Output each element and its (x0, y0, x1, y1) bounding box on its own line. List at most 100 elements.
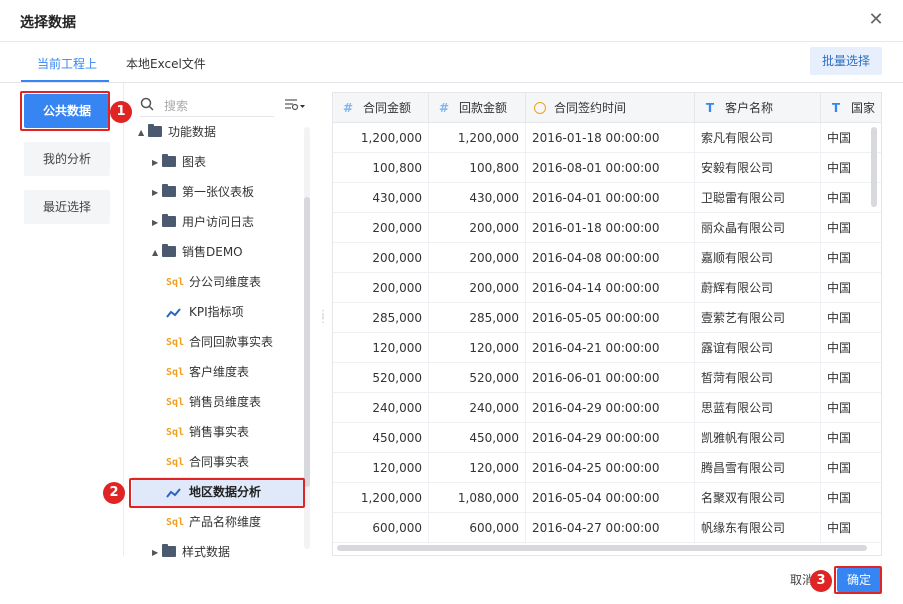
collapsed-arrow-icon: ▶ (152, 217, 159, 227)
search-box[interactable]: 搜索 (140, 95, 274, 117)
table-row: 120,000 120,000 2016-04-25 00:00:00 腾昌雪有限公司… (333, 453, 881, 483)
table-cell: 285,000 (429, 303, 526, 333)
table-cell: 露谊有限公司 (695, 333, 821, 363)
folder-icon (162, 154, 176, 167)
table-cell: 1,200,000 (333, 123, 429, 153)
confirm-button[interactable]: 确定 (837, 568, 881, 592)
sql-icon: Sql (166, 516, 185, 528)
nav-my-analysis[interactable]: 我的分析 (24, 142, 110, 176)
sql-icon: Sql (166, 336, 185, 348)
expanded-arrow-icon: ▲ (152, 247, 159, 257)
sql-icon: Sql (166, 426, 185, 438)
table-cell: 壹萦艺有限公司 (695, 303, 821, 333)
folder-icon (162, 214, 176, 227)
collapsed-arrow-icon: ▶ (152, 157, 159, 167)
table-cell: 200,000 (333, 213, 429, 243)
column-header[interactable]: T 国家 (821, 93, 881, 123)
table-cell: 200,000 (429, 243, 526, 273)
tree-scrollbar[interactable] (304, 127, 310, 549)
table-cell: 2016-05-04 00:00:00 (526, 483, 695, 513)
table-row: 120,000 120,000 2016-04-21 00:00:00 露谊有限公司中… (333, 333, 881, 363)
table-cell: 中国 (821, 333, 881, 363)
tree-node-salesperson-dim[interactable]: Sql 销售员维度表 (166, 387, 261, 417)
table-cell: 中国 (821, 243, 881, 273)
table-cell: 520,000 (333, 363, 429, 393)
table-row: 450,000 450,000 2016-04-29 00:00:00 凯雅帆有限公司… (333, 423, 881, 453)
tree-node-style-data[interactable]: ▶ 样式数据 (152, 537, 230, 567)
table-cell: 2016-06-01 00:00:00 (526, 363, 695, 393)
table-cell: 1,200,000 (333, 483, 429, 513)
active-tab-underline (21, 80, 109, 82)
nav-public-data[interactable]: 公共数据 (24, 94, 110, 128)
table-row: 100,800 100,800 2016-08-01 00:00:00 安毅有限公司中… (333, 153, 881, 183)
folder-icon (148, 124, 162, 137)
table-cell: 嘉顺有限公司 (695, 243, 821, 273)
table-cell: 名聚双有限公司 (695, 483, 821, 513)
step-badge-2: 2 (103, 482, 125, 504)
table-cell: 2016-05-05 00:00:00 (526, 303, 695, 333)
tree-node-access-log[interactable]: ▶ 用户访问日志 (152, 207, 254, 237)
table-cell: 2016-04-29 00:00:00 (526, 393, 695, 423)
batch-select-button[interactable]: 批量选择 (810, 47, 882, 75)
table-vertical-scrollbar[interactable] (871, 127, 877, 207)
number-field-icon: # (342, 101, 354, 115)
table-cell: 皙菏有限公司 (695, 363, 821, 393)
tree-node-kpi[interactable]: KPI指标项 (166, 297, 244, 327)
table-cell: 2016-04-25 00:00:00 (526, 453, 695, 483)
table-cell: 中国 (821, 393, 881, 423)
expanded-arrow-icon: ▲ (138, 127, 145, 137)
nav-recent[interactable]: 最近选择 (24, 190, 110, 224)
filter-dropdown-icon[interactable] (284, 97, 306, 113)
column-header[interactable]: 合同签约时间 (526, 93, 695, 123)
table-cell: 凯雅帆有限公司 (695, 423, 821, 453)
table-cell: 430,000 (429, 183, 526, 213)
tree-node-customer-dim[interactable]: Sql 客户维度表 (166, 357, 249, 387)
table-cell: 中国 (821, 273, 881, 303)
close-icon[interactable]: ✕ (867, 11, 885, 29)
tree-node-contract-payment[interactable]: Sql 合同回款事实表 (166, 327, 273, 357)
column-header[interactable]: # 合同金额 (333, 93, 429, 123)
table-cell: 2016-08-01 00:00:00 (526, 153, 695, 183)
table-horizontal-scrollbar[interactable] (337, 545, 867, 551)
tab-current-project[interactable]: 当前工程上 (37, 55, 97, 72)
panel-splitter-handle[interactable]: ⋮ ⋮ (318, 310, 328, 328)
tree-node-first-dashboard[interactable]: ▶ 第一张仪表板 (152, 177, 254, 207)
tree-node-branch-dim[interactable]: Sql 分公司维度表 (166, 267, 261, 297)
table-row: 285,000 285,000 2016-05-05 00:00:00 壹萦艺有限公司… (333, 303, 881, 333)
table-row: 1,200,000 1,080,000 2016-05-04 00:00:00 名聚双… (333, 483, 881, 513)
table-cell: 120,000 (429, 333, 526, 363)
data-preview-table: # 合同金额 # 回款金额 合同签约时间 T 客户名称 T 国家 1,200,000 1,… (332, 92, 882, 556)
tree-node-contract-fact[interactable]: Sql 合同事实表 (166, 447, 249, 477)
column-header[interactable]: T 客户名称 (695, 93, 821, 123)
tree-node-sales-demo[interactable]: ▲ 销售DEMO (152, 237, 243, 267)
tree-node-sales-fact[interactable]: Sql 销售事实表 (166, 417, 249, 447)
dialog-title: 选择数据 (20, 15, 76, 31)
clock-icon (534, 102, 546, 114)
table-row: 520,000 520,000 2016-06-01 00:00:00 皙菏有限公司中… (333, 363, 881, 393)
table-cell: 2016-04-08 00:00:00 (526, 243, 695, 273)
table-cell: 中国 (821, 423, 881, 453)
table-cell: 450,000 (333, 423, 429, 453)
text-field-icon: T (705, 101, 715, 115)
tree-node-charts[interactable]: ▶ 图表 (152, 147, 206, 177)
search-input[interactable]: 搜索 (164, 97, 188, 114)
trend-chart-icon (166, 307, 181, 318)
table-cell: 2016-01-18 00:00:00 (526, 123, 695, 153)
table-cell: 520,000 (429, 363, 526, 393)
tab-local-excel[interactable]: 本地Excel文件 (126, 55, 206, 72)
table-cell: 中国 (821, 363, 881, 393)
table-cell: 2016-04-01 00:00:00 (526, 183, 695, 213)
sql-icon: Sql (166, 366, 185, 378)
folder-icon (162, 544, 176, 557)
table-cell: 卫聪雷有限公司 (695, 183, 821, 213)
table-cell: 1,200,000 (429, 123, 526, 153)
table-cell: 索凡有限公司 (695, 123, 821, 153)
table-cell: 中国 (821, 213, 881, 243)
table-row: 200,000 200,000 2016-04-14 00:00:00 蔚辉有限公司中… (333, 273, 881, 303)
tree-scrollbar-thumb[interactable] (304, 197, 310, 487)
tree-node-product-name-dim[interactable]: Sql 产品名称维度 (166, 507, 261, 537)
column-header[interactable]: # 回款金额 (429, 93, 526, 123)
tree-node-region-analysis[interactable]: 地区数据分析 (132, 477, 304, 507)
table-row: 200,000 200,000 2016-04-08 00:00:00 嘉顺有限公司中… (333, 243, 881, 273)
tree-node-functional-data[interactable]: ▲ 功能数据 (138, 117, 216, 147)
